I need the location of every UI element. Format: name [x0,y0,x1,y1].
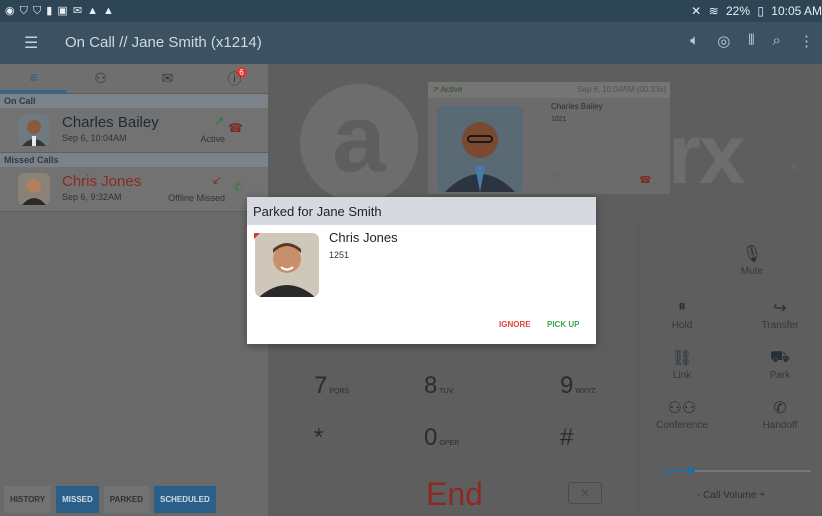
caller-name: Charles Bailey [62,114,159,131]
battery-level: 22% [725,4,750,18]
hang-up-icon[interactable]: ☎ [228,121,243,135]
location-icon[interactable]: ◎ [717,32,730,50]
more-icon[interactable]: ⋮ [799,32,814,50]
call-volume-label: - Call Volume + [696,490,766,501]
hang-up-icon[interactable]: ☎ [639,175,651,186]
tab-messages[interactable]: ✉ 6 [134,64,247,93]
app-bar: ☰ On Call // Jane Smith (x1214) 🔈︎ ◎ ⫴ ⌕… [0,22,822,64]
list-icon: ≡ [29,69,38,85]
key-8[interactable]: 8 TUV [424,372,504,412]
logo: a [300,84,418,202]
volume-slider-knob[interactable] [687,466,695,474]
active-call-header: ↗ Active Sep 6, 10:04AM (00:33s) [428,82,670,98]
call-timestamp: Sep 6, 10:04AM (00:33s) [577,85,666,94]
parked-call-dialog: Parked for Jane Smith Chris Jones 1251 I… [247,197,596,344]
active-caller-name: Charles Bailey [551,102,603,111]
call-time: Sep 6, 10:04AM [62,133,127,143]
conference-button[interactable]: ⚇⚇ Conference [647,398,717,431]
backspace-icon[interactable]: ✕ [568,482,602,504]
messages-icon: ✉ [161,70,174,86]
missed-calls-header: Missed Calls [0,153,268,167]
pause-icon: ⏸︎ [677,298,686,315]
wifi-icon: ≋ [708,4,719,18]
call-filter-tabs: HISTORY MISSED PARKED SCHEDULED [0,486,268,516]
transfer-icon: ↪ [773,300,787,317]
link-icon: ⛓︎ [671,350,693,367]
status-badge: Offline Missed [168,193,225,203]
handoff-button[interactable]: ✆ Handoff [745,398,815,431]
transfer-button[interactable]: ↪ Transfer [745,298,815,331]
system-tray: ✕ ≋ 22% ▯ 10:05 AM [687,4,822,18]
car-icon: ⛟ [769,349,791,366]
signal-icon: ⌔ [550,173,561,185]
clock: 10:05 AM [771,4,822,18]
parked-caller-name: Chris Jones [329,230,398,245]
search-icon[interactable]: ⌕ [773,32,781,50]
contacts-icon: ⚇ [94,70,107,86]
list-item[interactable]: Chris Jones Sep 6, 9:32AM ↙ Offline Miss… [0,167,268,212]
handoff-icon: ✆ [773,400,787,417]
key-0[interactable]: 0 OPER [424,424,504,464]
avatar [18,173,50,205]
key-7[interactable]: 7 PQRS [314,372,394,412]
equalizer-icon[interactable]: ⫴ [748,32,754,50]
avatar [255,233,319,297]
tab-scheduled[interactable]: SCHEDULED [153,486,216,513]
ignore-button[interactable]: IGNORE [499,320,531,329]
mute-button[interactable]: 🎙︎ Mute [717,244,787,277]
call-time: Sep 6, 9:32AM [62,192,122,202]
pick-up-button[interactable]: PICK UP [547,320,579,329]
list-item[interactable]: Charles Bailey Sep 6, 10:04AM ↗ Active ☎ [0,108,268,153]
park-button[interactable]: ⛟ Park [745,348,815,381]
end-call-button[interactable]: End [426,476,483,513]
dialog-title: Parked for Jane Smith [247,197,596,225]
key-hash[interactable]: # [560,424,640,464]
active-caller-ext: 1021 [551,116,567,123]
tab-info[interactable]: ⓘ [201,64,268,93]
conference-icon: ⚇⚇ [667,400,697,417]
registered-mark: ® [790,162,797,172]
avatar [437,106,523,192]
caller-name: Chris Jones [62,173,142,190]
status-badge: Active [200,134,225,144]
missed-call-icon: ↙ [212,173,223,187]
call-list-panel: ≡ ⚇ ✉ 6 ⓘ On Call Charles Bailey Sep 6, … [0,64,268,516]
mute-icon: ✕ [691,4,702,18]
outgoing-arrow-icon: ↗ [214,114,225,128]
call-controls: 🎙︎ Mute ⏸︎ Hold ↪ Transfer ⛓︎ Link ⛟ Par… [638,224,822,516]
battery-icon: ▯ [757,4,764,18]
logo-text: rx [668,107,745,201]
app-bar-actions: 🔈︎ ◎ ⫴ ⌕ ⋮ [690,32,814,50]
key-star[interactable]: * [314,424,394,464]
status-bar: ◉ ⛉ ⛉ ▮ ▣ ✉ ▲ ▲ ✕ ≋ 22% ▯ 10:05 AM [0,0,822,22]
page-title: On Call // Jane Smith (x1214) [65,34,262,51]
speaker-icon[interactable]: 🔈︎ [690,32,699,50]
tab-parked[interactable]: PARKED [103,486,149,513]
missed-flag-icon [254,233,260,239]
notification-icons: ◉ ⛉ ⛉ ▮ ▣ ✉ ▲ ▲ [5,5,115,17]
active-call-card[interactable]: ↗ Active Sep 6, 10:04AM (00:33s) Charles… [428,82,670,194]
tab-history[interactable]: HISTORY [4,486,52,513]
tab-missed[interactable]: MISSED [56,486,99,513]
menu-icon[interactable]: ☰ [24,33,38,53]
avatar [18,114,50,146]
panel-tabs: ≡ ⚇ ✉ 6 ⓘ [0,64,268,94]
on-call-header: On Call [0,94,268,108]
parked-caller-ext: 1251 [329,250,350,260]
link-button[interactable]: ⛓︎ Link [647,348,717,381]
info-icon: ⓘ [227,70,242,87]
mute-mic-icon: 🎙︎ [741,246,763,263]
tab-calls[interactable]: ≡ [0,64,67,93]
hold-button[interactable]: ⏸︎ Hold [647,298,717,331]
active-label: Active [440,85,463,94]
call-back-icon[interactable]: ✆ [233,180,243,194]
tab-contacts[interactable]: ⚇ [67,64,134,93]
key-9[interactable]: 9 WXYZ [560,372,640,412]
